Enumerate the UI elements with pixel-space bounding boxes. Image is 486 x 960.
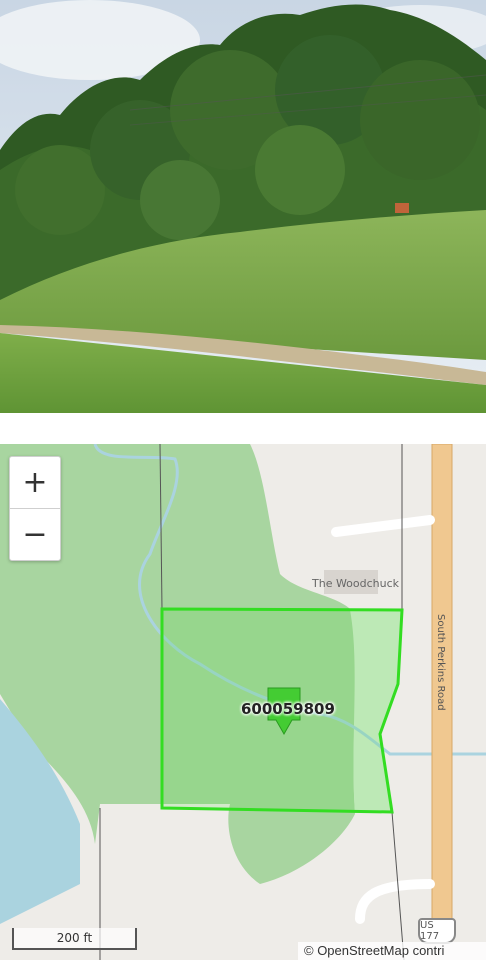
zoom-control: + −: [9, 456, 61, 561]
side-road-top: [331, 515, 435, 537]
parcel-map[interactable]: + − The Woodchuck South Perkins Road 600…: [0, 444, 486, 960]
route-shield: US 177: [418, 918, 456, 944]
zoom-in-button[interactable]: +: [10, 457, 60, 509]
zoom-out-button[interactable]: −: [10, 509, 60, 560]
side-road-bottom: [355, 879, 435, 924]
scale-bar: 200 ft: [12, 928, 137, 950]
poi-label: The Woodchuck: [312, 577, 400, 590]
road-label: South Perkins Road: [435, 614, 446, 711]
photo-image: [0, 0, 486, 413]
map-attribution[interactable]: © OpenStreetMap contri: [298, 942, 486, 960]
property-photo: [0, 0, 486, 413]
divider-gap: [0, 413, 486, 444]
parcel-id-label[interactable]: 600059809: [241, 700, 335, 718]
